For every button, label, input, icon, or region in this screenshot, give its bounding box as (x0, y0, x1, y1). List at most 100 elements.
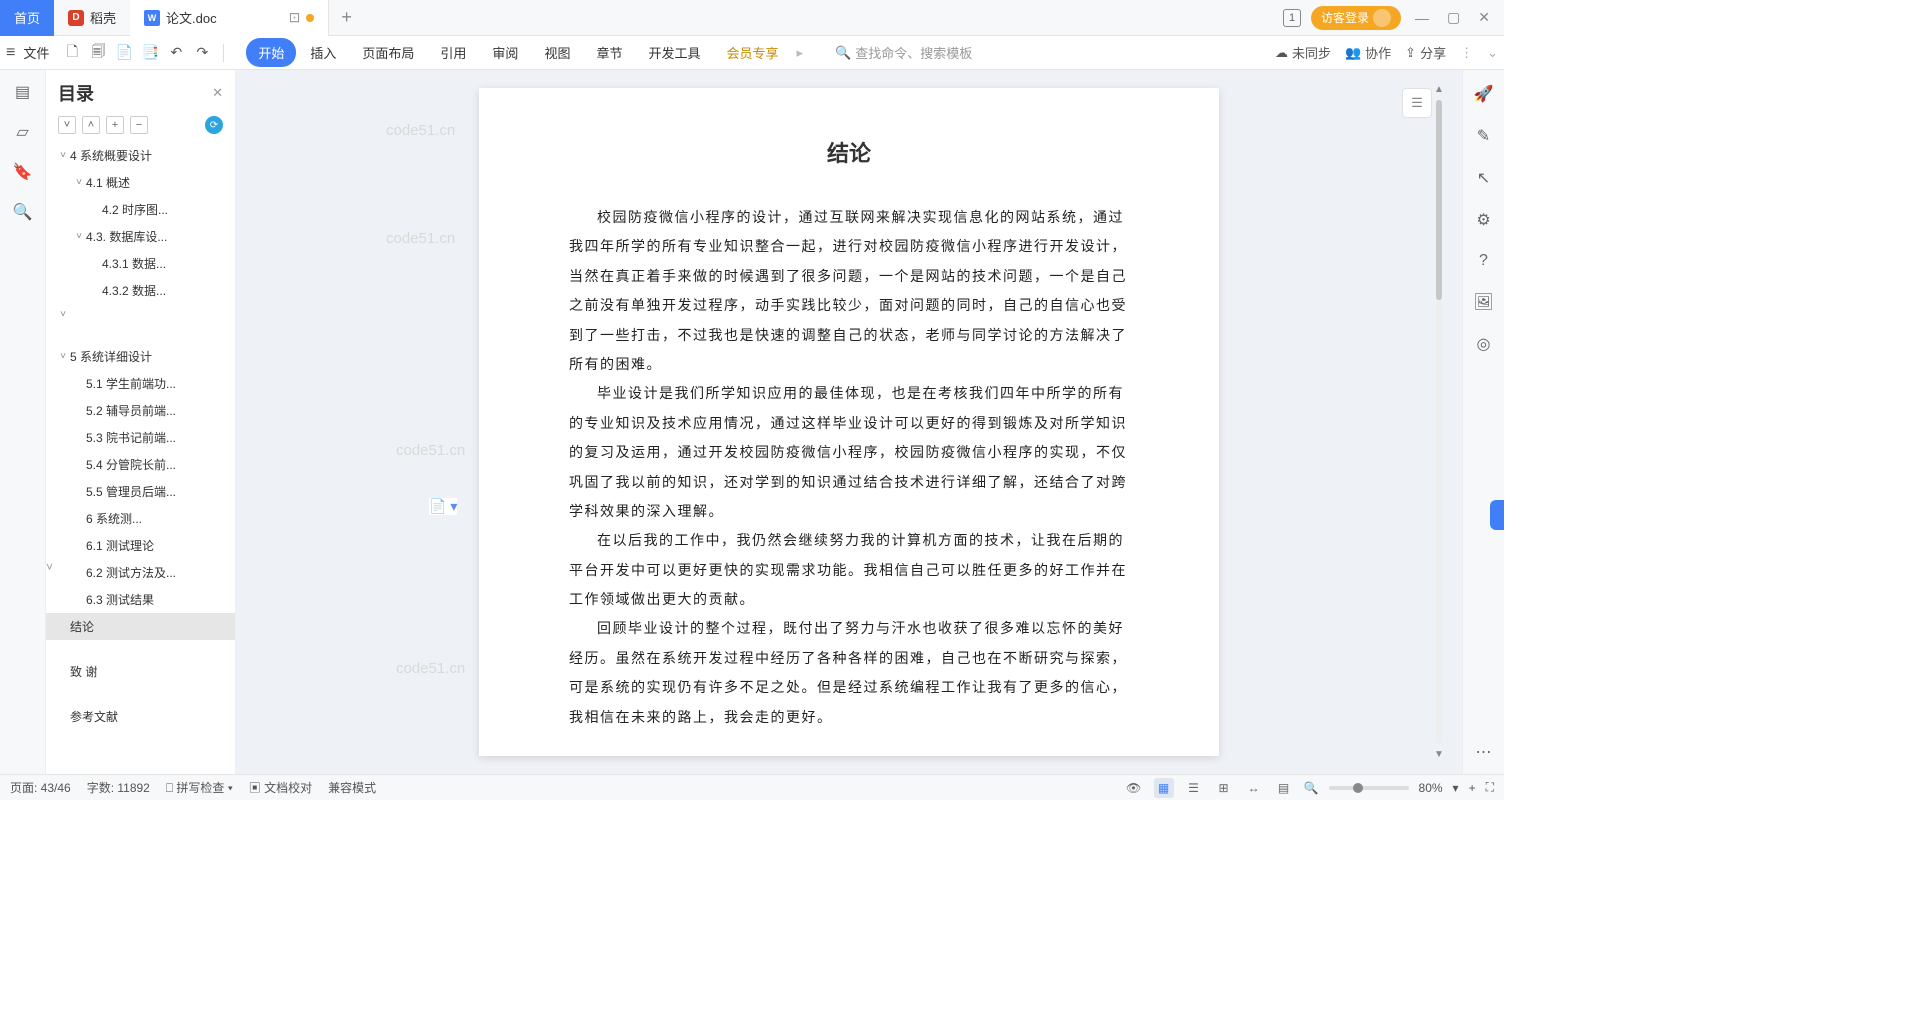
compat-mode[interactable]: 兼容模式 (328, 779, 376, 796)
ribbon-tab-vip[interactable]: 会员专享 (714, 38, 790, 67)
search-rail-icon[interactable]: 🔍 (13, 202, 33, 222)
ribbon-tab-devtools[interactable]: 开发工具 (636, 38, 712, 67)
zoom-slider[interactable] (1329, 786, 1409, 790)
zoom-dropdown-icon[interactable]: ▾ (1453, 781, 1459, 795)
new-tab-button[interactable]: + (329, 7, 364, 28)
notification-badge[interactable]: 1 (1283, 9, 1301, 27)
proofread-button[interactable]: ▣ 文档校对 (249, 779, 312, 796)
outline-item[interactable] (46, 325, 235, 343)
fullscreen-icon[interactable]: ⛶ (1486, 780, 1494, 795)
readmode-icon[interactable]: 👁 (1124, 778, 1144, 798)
outline-item[interactable]: 5.2 辅导员前端... (46, 397, 235, 424)
spellcheck-toggle[interactable]: ⎕ 拼写检查 ▾ (166, 779, 233, 796)
fullwidth-icon[interactable]: ↔ (1244, 778, 1264, 798)
outline-item[interactable]: ˅ (46, 304, 235, 325)
outline-item[interactable]: 5.5 管理员后端... (46, 478, 235, 505)
close-button[interactable]: ✕ (1474, 9, 1494, 26)
scroll-thumb[interactable] (1436, 100, 1442, 300)
outline-item[interactable]: ˅4.1 概述 (46, 169, 235, 196)
scroll-up-icon[interactable]: ▲ (1434, 84, 1444, 95)
ribbon-tab-start[interactable]: 开始 (246, 38, 296, 67)
outline-item[interactable]: 6.1 测试理论 (46, 532, 235, 559)
zoom-out[interactable]: 🔍 (1304, 781, 1319, 795)
outline-item[interactable]: 6.3 测试结果 (46, 586, 235, 613)
login-button[interactable]: 访客登录 (1311, 6, 1401, 30)
collapse-ribbon-icon[interactable]: ⌄ (1487, 45, 1498, 61)
rocket-icon[interactable]: 🚀 (1474, 84, 1494, 104)
document-area[interactable]: code51.cn code51.cn code51.cn code51.cn … (236, 70, 1462, 774)
tab-home[interactable]: 首页 (0, 0, 54, 36)
outline-item[interactable]: 4.3.2 数据... (46, 277, 235, 304)
save-icon[interactable]: 🗋 (63, 44, 81, 62)
hamburger-icon[interactable]: ≡ (6, 44, 15, 62)
outline-expand-all[interactable]: ˄ (82, 116, 100, 134)
redo-icon[interactable]: ↷ (193, 44, 211, 62)
ribbon-tab-chapter[interactable]: 章节 (584, 38, 634, 67)
outline-item[interactable] (46, 640, 235, 658)
share-button[interactable]: ⇪分享 (1405, 43, 1446, 62)
outline-add[interactable]: + (106, 116, 124, 134)
pen-icon[interactable]: ✎ (1477, 126, 1490, 146)
outline-item[interactable]: 6 系统测... (46, 505, 235, 532)
outline-item[interactable]: 5.1 学生前端功... (46, 370, 235, 397)
word-count[interactable]: 字数: 11892 (87, 779, 150, 796)
tab-daoke[interactable]: D 稻壳 (54, 0, 130, 36)
file-menu[interactable]: 文件 (23, 43, 49, 62)
print-icon[interactable]: 📄 (115, 44, 133, 62)
outline-item[interactable]: 6.2 测试方法及... (46, 559, 235, 586)
zoom-in[interactable]: + (1469, 781, 1476, 795)
more-tools-icon[interactable]: ⋯ (1476, 742, 1492, 762)
zoom-value[interactable]: 80% (1419, 781, 1443, 795)
bookmark-rail-icon[interactable]: 🔖 (13, 162, 33, 182)
outline-item[interactable]: ˅5 系统详细设计 (46, 343, 235, 370)
outline-close-icon[interactable]: ✕ (212, 85, 223, 101)
box-rail-icon[interactable]: ▱ (16, 122, 28, 142)
ribbon-tab-view[interactable]: 视图 (532, 38, 582, 67)
outline-remove[interactable]: − (130, 116, 148, 134)
minimize-button[interactable]: — (1411, 10, 1433, 26)
tab-document[interactable]: W 论文.doc ⊡ (130, 0, 329, 36)
outline-item[interactable]: ˅4.3. 数据库设... (46, 223, 235, 250)
outline-item[interactable]: 4.3.1 数据... (46, 250, 235, 277)
page-count[interactable]: 页面: 43/46 (10, 779, 71, 796)
ribbon-tab-review[interactable]: 审阅 (480, 38, 530, 67)
grid-icon[interactable]: ▤ (1274, 778, 1294, 798)
fold-pane-icon[interactable]: ☰ (1402, 88, 1432, 118)
pagelayout-icon[interactable]: ▦ (1154, 778, 1174, 798)
maximize-button[interactable]: ▢ (1443, 9, 1464, 26)
image-tool-icon[interactable]: 🖼 (1473, 292, 1493, 312)
outline-collapse-chevron[interactable]: ˅ (46, 560, 53, 574)
print-preview-icon[interactable]: 📑 (141, 44, 159, 62)
saveas-icon[interactable]: 🗐 (89, 44, 107, 62)
cursor-icon[interactable]: ↖ (1477, 168, 1490, 188)
vertical-scrollbar[interactable]: ▲ ▼ (1434, 84, 1444, 760)
outline-item[interactable]: 致 谢 (46, 658, 235, 685)
ribbon-tab-insert[interactable]: 插入 (298, 38, 348, 67)
scroll-down-icon[interactable]: ▼ (1434, 749, 1444, 760)
outline-item[interactable]: 5.3 院书记前端... (46, 424, 235, 451)
outline-item[interactable]: ˅4 系统概要设计 (46, 142, 235, 169)
command-search[interactable]: 🔍 查找命令、搜索模板 (835, 43, 972, 62)
outline-item[interactable]: 结论 (46, 613, 235, 640)
ribbon-tab-layout[interactable]: 页面布局 (350, 38, 426, 67)
outline-item[interactable]: 参考文献 (46, 703, 235, 730)
right-rail-handle[interactable] (1490, 500, 1504, 530)
ribbon-tab-reference[interactable]: 引用 (428, 38, 478, 67)
sync-status[interactable]: ☁未同步 (1275, 43, 1331, 62)
outline-rail-icon[interactable]: ▤ (15, 82, 30, 102)
outline-item[interactable]: 5.4 分管院长前... (46, 451, 235, 478)
settings-slider-icon[interactable]: ⚙ (1476, 210, 1490, 230)
undo-icon[interactable]: ↶ (167, 44, 185, 62)
target-icon[interactable]: ◎ (1477, 334, 1491, 354)
help-icon[interactable]: ? (1479, 252, 1488, 270)
outline-view-icon[interactable]: ☰ (1184, 778, 1204, 798)
outline-item[interactable]: 4.2 时序图... (46, 196, 235, 223)
weblayout-icon[interactable]: ⊞ (1214, 778, 1234, 798)
outline-item[interactable] (46, 685, 235, 703)
outline-collapse-all[interactable]: ˅ (58, 116, 76, 134)
ribbon-more-icon[interactable]: ▸ (793, 45, 808, 61)
paragraph-marker-icon[interactable]: 📄 ▾ (429, 498, 457, 515)
coop-button[interactable]: 👥协作 (1345, 43, 1391, 62)
outline-list[interactable]: ˅4 系统概要设计˅4.1 概述4.2 时序图...˅4.3. 数据库设...4… (46, 142, 235, 774)
more-icon[interactable]: ⋮ (1460, 45, 1473, 61)
